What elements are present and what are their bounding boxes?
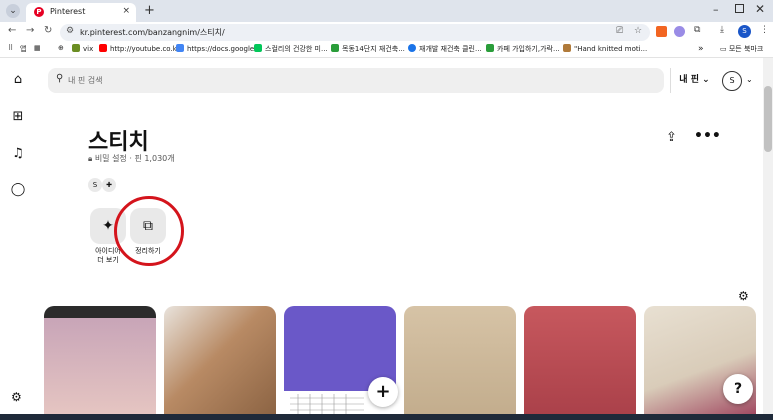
- privacy-label: 비밀 설정: [94, 154, 127, 163]
- bookmark-item[interactable]: 목동14단지 재건축...: [331, 44, 405, 54]
- bookmark-item[interactable]: https://docs.google...: [176, 44, 261, 53]
- folder-label: 모든 북마크: [728, 45, 764, 53]
- help-button[interactable]: ?: [723, 374, 753, 404]
- download-icon[interactable]: ⤓: [720, 25, 724, 35]
- gear-icon[interactable]: ⚙: [11, 390, 22, 404]
- plus-icon: +: [375, 381, 391, 402]
- pin-card[interactable]: [164, 306, 276, 420]
- back-icon[interactable]: ←: [8, 25, 16, 36]
- more-icon[interactable]: •••: [694, 128, 721, 144]
- extension-icon[interactable]: [674, 26, 685, 37]
- profile-avatar[interactable]: S: [738, 25, 751, 38]
- bookmark-item[interactable]: 스컬리의 건강한 미...: [254, 44, 328, 54]
- sparkle-icon: ✦: [102, 218, 114, 234]
- pin-card[interactable]: [404, 306, 516, 420]
- add-collaborator-icon[interactable]: ✚: [102, 178, 116, 192]
- add-pin-button[interactable]: +: [368, 377, 398, 407]
- tab-close-icon[interactable]: ×: [122, 6, 130, 16]
- bookmark-label: 스컬리의 건강한 미...: [265, 45, 328, 53]
- browser-tab[interactable]: P Pinterest ×: [26, 3, 136, 22]
- highlight-circle: [114, 196, 184, 266]
- home-icon[interactable]: ⌂: [10, 72, 26, 88]
- pin-card[interactable]: [524, 306, 636, 420]
- bookmark-label: vix: [83, 45, 94, 53]
- folder-icon: ▭: [720, 45, 729, 53]
- account-chevron-down-icon[interactable]: ⌄: [746, 75, 753, 84]
- bookmark-star-icon[interactable]: ☆: [634, 26, 642, 36]
- close-window-icon[interactable]: ✕: [755, 2, 765, 16]
- tab-search-button[interactable]: ⌄: [6, 4, 20, 18]
- bookmark-item[interactable]: http://youtube.co.kr/: [99, 44, 182, 53]
- bookmark-label: 목동14단지 재건축...: [342, 45, 405, 53]
- google-docs-icon: [176, 44, 184, 52]
- bookmarks-overflow-button[interactable]: »: [698, 44, 704, 54]
- bookmark-label: https://docs.google...: [187, 45, 261, 53]
- pin-card[interactable]: [44, 306, 156, 420]
- site-info-icon[interactable]: ⚙: [66, 26, 74, 36]
- cafe-icon: [486, 44, 494, 52]
- extension-icon[interactable]: [656, 26, 667, 37]
- browser-toolbar: ← → ↻ ⚙ kr.pinterest.com/banzangnim/스티치/…: [0, 22, 773, 42]
- page-title: 스티치: [88, 130, 149, 155]
- minimize-icon[interactable]: –: [713, 3, 719, 16]
- more-ideas-label-line1: 아이디어: [95, 247, 121, 255]
- search-bar[interactable]: ⚲ 내 핀 검색: [48, 68, 664, 93]
- share-icon[interactable]: ⇪: [666, 130, 677, 145]
- bookmark-label: 앱: [20, 45, 27, 53]
- bookmark-label: 재개발 재건축 클린...: [419, 45, 482, 53]
- bell-icon[interactable]: ♫: [10, 146, 26, 162]
- maximize-icon[interactable]: [735, 4, 744, 13]
- bookmark-label: "Hand knitted moti...: [574, 45, 648, 53]
- apps-grid-icon[interactable]: ⠿: [8, 44, 13, 52]
- lock-icon: 🔒︎: [88, 154, 93, 163]
- url-text: kr.pinterest.com/banzangnim/스티치/: [80, 28, 225, 37]
- scrollbar-thumb[interactable]: [764, 86, 772, 152]
- bookmark-item[interactable]: 재개발 재건축 클린...: [408, 44, 482, 54]
- bookmark-favicon-icon: [72, 44, 80, 52]
- bookmark-item[interactable]: vix: [72, 44, 93, 53]
- tab-title: Pinterest: [50, 7, 86, 16]
- bookmark-item[interactable]: 앱: [20, 44, 26, 54]
- pinterest-favicon-icon: P: [34, 7, 44, 17]
- bookmark-item[interactable]: "Hand knitted moti...: [563, 44, 647, 53]
- cafe-icon: [331, 44, 339, 52]
- bookmarks-bar: ⠿ 앱 ▦ ⊕ vix http://youtube.co.kr/ https:…: [0, 42, 773, 58]
- bookmark-label: 카페 가입하기,가락...: [497, 45, 560, 53]
- reload-icon[interactable]: ↻: [44, 25, 52, 36]
- bookmark-item[interactable]: 카페 가입하기,가락...: [486, 44, 560, 54]
- naver-blog-icon: [254, 44, 262, 52]
- search-input[interactable]: 내 핀 검색: [68, 75, 103, 86]
- help-icon: ?: [733, 381, 743, 397]
- browser-menu-icon[interactable]: ⋮: [760, 25, 769, 35]
- avatar[interactable]: S: [722, 71, 742, 91]
- filter-icon[interactable]: ⚙: [738, 289, 749, 303]
- browser-tab-strip: ⌄ P Pinterest × + – ✕: [0, 0, 773, 22]
- address-bar[interactable]: ⚙ kr.pinterest.com/banzangnim/스티치/ ⎚ ☆: [60, 24, 650, 41]
- collaborator-avatar[interactable]: S: [88, 178, 102, 192]
- separator: ·: [129, 154, 132, 163]
- globe-icon[interactable]: ⊕: [58, 44, 64, 52]
- forward-icon[interactable]: →: [26, 25, 34, 36]
- bookmark-favicon-icon: [563, 44, 571, 52]
- all-bookmarks-folder[interactable]: ▭ 모든 북마크: [720, 44, 763, 54]
- tab-groups-icon[interactable]: ▦: [34, 44, 41, 52]
- pinterest-sidebar: ⌂ ⊞ ♫ ◯: [0, 58, 36, 420]
- board-meta: 🔒︎ 비밀 설정 · 핀 1,030개: [88, 153, 175, 164]
- youtube-icon: [99, 44, 107, 52]
- more-ideas-label-line2: 더 보기: [97, 256, 119, 264]
- bookmark-label: http://youtube.co.kr/: [110, 45, 182, 53]
- my-pins-dropdown[interactable]: 내 핀 ⌄: [670, 68, 718, 93]
- chevron-down-icon: ⌄: [702, 75, 710, 85]
- chat-icon[interactable]: ◯: [10, 182, 26, 198]
- install-app-icon[interactable]: ⎚: [616, 26, 623, 36]
- search-icon: ⚲: [56, 73, 64, 84]
- os-taskbar: [0, 414, 773, 420]
- my-pins-label: 내 핀: [679, 75, 699, 85]
- new-tab-button[interactable]: +: [144, 3, 155, 18]
- create-icon[interactable]: ⊞: [10, 109, 26, 125]
- pin-count: 핀 1,030개: [134, 154, 175, 163]
- extensions-puzzle-icon[interactable]: ⧉: [694, 25, 700, 35]
- search-site-icon: [408, 44, 416, 52]
